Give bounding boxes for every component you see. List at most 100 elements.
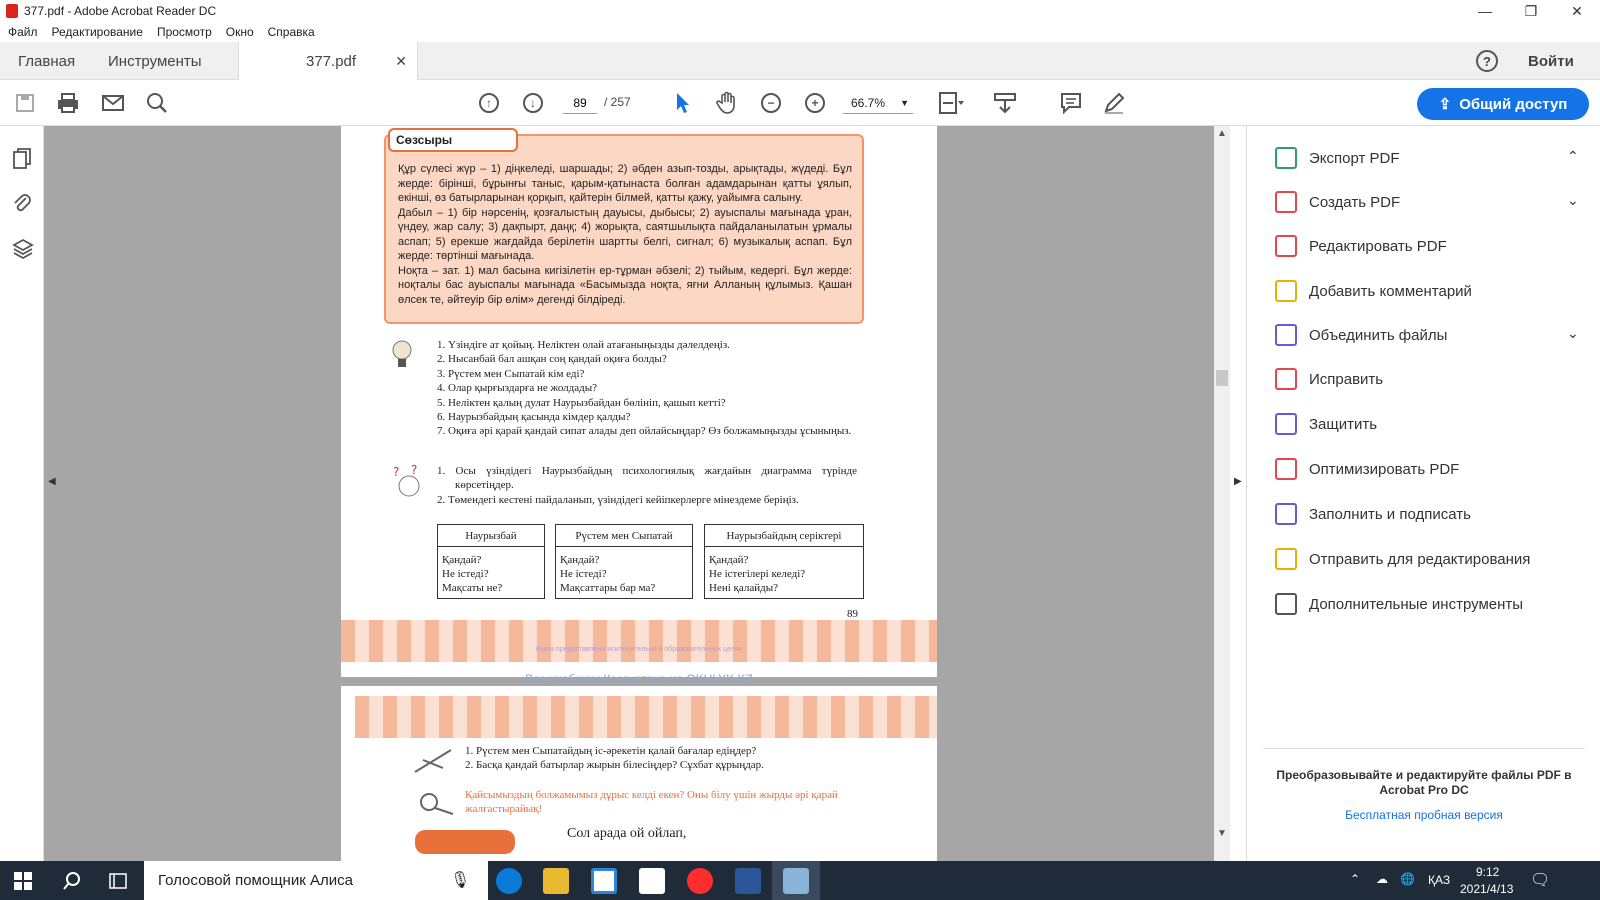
word-icon[interactable] [735,868,761,894]
select-tool-icon[interactable] [670,90,696,116]
search-icon[interactable] [144,90,170,116]
tool-item[interactable]: Экспорт PDF [1275,146,1400,170]
svg-text:?: ? [393,465,399,479]
close-button[interactable]: ✕ [1554,0,1600,22]
tool-item[interactable]: Исправить [1275,367,1383,391]
table-cell: Қандай? [709,554,749,566]
chevron-up-icon[interactable]: ⌃ [1567,148,1579,165]
file-explorer-icon[interactable] [543,868,569,894]
page-thumbnails-icon[interactable] [12,148,32,173]
collapse-left-icon[interactable]: ◀ [48,476,56,487]
hand-tool-icon[interactable] [714,90,740,116]
menu-help[interactable]: Справка [268,25,315,39]
layers-icon[interactable] [12,238,34,263]
clock-time[interactable]: 9:12 [1476,865,1499,879]
menu-window[interactable]: Окно [226,25,254,39]
task-list: 1. Осы үзіндідегі Наурызбайдың психологи… [437,464,857,507]
tab-document[interactable]: 377.pdf ✕ [238,42,418,81]
table-cell: Не істеді? [560,568,607,580]
menu-file[interactable]: Файл [8,25,38,39]
zoom-in-icon[interactable]: + [802,90,828,116]
microphone-muted-icon[interactable]: 🎙 [450,861,470,900]
tool-icon [1275,280,1297,302]
comment-icon[interactable] [1058,90,1084,116]
fit-page-icon[interactable] [938,90,964,116]
ornament-border [341,620,937,662]
share-button[interactable]: ⇪ Общий доступ [1417,88,1589,120]
tab-tools[interactable]: Инструменты [108,42,202,80]
email-icon[interactable] [100,90,126,116]
store-icon[interactable] [591,868,617,894]
save-icon[interactable] [12,90,38,116]
scrollbar-thumb[interactable] [1216,370,1228,386]
tool-label: Отправить для редактирования [1309,550,1531,568]
next-page-icon[interactable]: ↓ [520,90,546,116]
network-cloud-icon[interactable]: ☁ [1376,872,1388,886]
minimize-button[interactable]: — [1462,0,1508,22]
footer-note: Книга предоставлена исключительно в обра… [535,646,743,653]
language-indicator[interactable]: ҚАЗ [1428,873,1450,887]
tab-home[interactable]: Главная [18,42,75,80]
tool-icon [1275,191,1297,213]
active-app-highlight[interactable] [772,861,820,900]
chevron-up-icon[interactable]: ⌃ [1350,872,1360,886]
tool-item[interactable]: Создать PDF [1275,190,1400,214]
yandex-browser-icon[interactable] [687,868,713,894]
menu-view[interactable]: Просмотр [157,25,212,39]
table-cell: Мақсаты не? [442,582,503,594]
menu-edit[interactable]: Редактирование [52,25,143,39]
edge-browser-icon[interactable] [496,868,522,894]
page-number-input[interactable] [563,92,597,114]
mail-icon[interactable] [639,868,665,894]
prev-page-icon[interactable]: ↑ [476,90,502,116]
free-trial-link[interactable]: Бесплатная пробная версия [1263,808,1585,822]
chevron-down-icon[interactable]: ⌄ [1567,192,1579,209]
tool-item[interactable]: Объединить файлы [1275,323,1447,347]
scroll-up-icon[interactable]: ▲ [1217,128,1227,139]
windows-start-icon[interactable] [14,872,32,893]
tool-icon [1275,503,1297,525]
assistant-search-box[interactable]: Голосовой помощник Алиса 🎙 [144,861,488,900]
tool-item[interactable]: Оптимизировать PDF [1275,457,1459,481]
acrobat-icon [6,4,18,18]
assistant-search-text: Голосовой помощник Алиса [158,872,353,889]
zoom-value: 66.7% [851,96,886,110]
scroll-down-icon[interactable]: ▼ [1217,828,1227,839]
signin-link[interactable]: Войти [1528,42,1574,80]
table-cell: Қандай? [442,554,482,566]
table-cell: Не істегілері келеді? [709,568,806,580]
print-icon[interactable] [55,90,81,116]
scroll-mode-icon[interactable] [992,90,1018,116]
tab-close-icon[interactable]: ✕ [395,53,407,70]
right-panel-splitter[interactable]: ▶ [1230,126,1246,861]
zoom-out-icon[interactable]: − [758,90,784,116]
help-icon[interactable]: ? [1476,50,1498,72]
tool-item[interactable]: Защитить [1275,412,1377,436]
notifications-icon[interactable]: 🗨 [1530,870,1550,890]
attachments-icon[interactable] [12,192,32,217]
tool-icon [1275,368,1297,390]
tool-item[interactable]: Дополнительные инструменты [1275,592,1523,616]
taskbar: Голосовой помощник Алиса 🎙 ⌃ ☁ 🌐 ҚАЗ 9:1… [0,861,1600,900]
document-viewport[interactable]: ◀ Құр сүлесі жүр – 1) діңкеледі, шаршады… [44,126,1230,861]
list-item: 1. Үзіндіге ат қойың. Неліктен олай атағ… [437,339,730,351]
list-item: 7. Оқиға әрі қарай қандай сипат алады де… [437,425,852,438]
collapse-right-icon[interactable]: ▶ [1234,476,1242,487]
globe-icon[interactable]: 🌐 [1400,872,1415,886]
vertical-scrollbar[interactable]: ▲ ▼ [1214,126,1230,861]
chevron-down-icon[interactable]: ⌄ [1567,325,1579,342]
tool-icon [1275,458,1297,480]
tool-item[interactable]: Отправить для редактирования [1275,547,1530,571]
tool-item[interactable]: Редактировать PDF [1275,234,1447,258]
tool-item[interactable]: Заполнить и подписать [1275,502,1471,526]
tool-icon [1275,324,1297,346]
tool-item[interactable]: Добавить комментарий [1275,279,1472,303]
zoom-select[interactable]: 66.7% ▼ [843,92,913,114]
list-item: 2. Нысанбай бал ашқан соң қандай оқиға б… [437,353,667,366]
search-icon[interactable] [62,871,82,894]
highlight-pen-icon[interactable] [1101,90,1127,116]
tool-label: Объединить файлы [1309,326,1448,344]
restore-button[interactable]: ❐ [1508,0,1554,22]
task-view-icon[interactable] [108,872,128,893]
clock-date[interactable]: 2021/4/13 [1460,882,1513,896]
